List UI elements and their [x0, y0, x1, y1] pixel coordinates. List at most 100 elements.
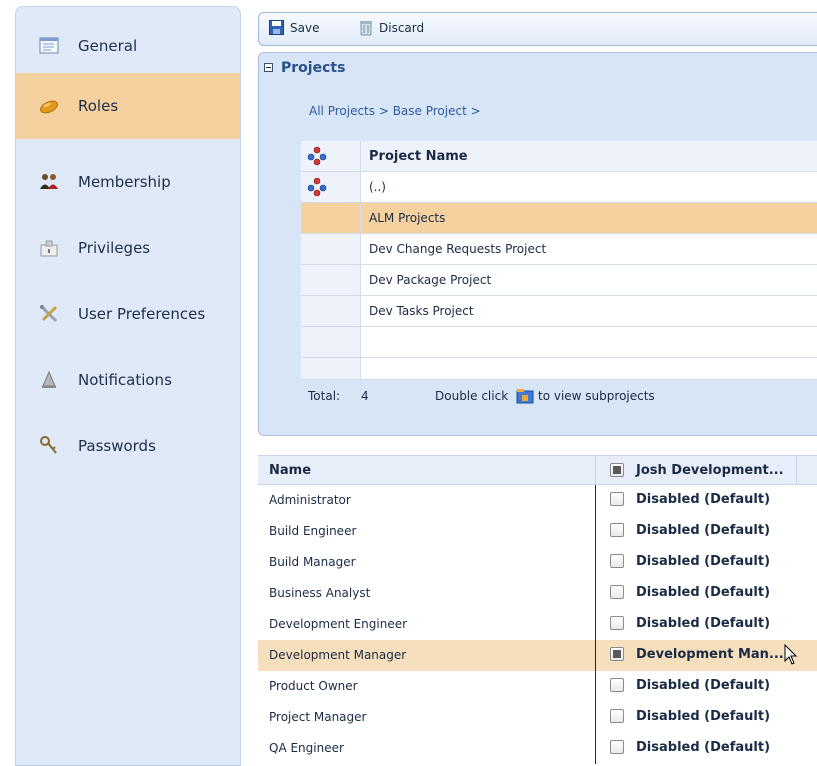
role-value[interactable]: Disabled (Default) [636, 585, 770, 600]
breadcrumb-all-projects[interactable]: All Projects [309, 104, 375, 118]
table-row[interactable]: Dev Package Project [301, 265, 817, 296]
passwords-icon [40, 436, 57, 454]
role-checkbox[interactable] [610, 647, 624, 661]
user-preferences-icon [40, 305, 58, 323]
role-checkbox[interactable] [610, 678, 624, 692]
role-name: Development Manager [269, 648, 407, 662]
projects-panel: Projects All Projects > Base Project > P… [258, 52, 817, 436]
column-divider [595, 671, 596, 702]
table-row[interactable]: Dev Tasks Project [301, 296, 817, 327]
table-row[interactable]: QA Engineer Disabled (Default) [258, 733, 817, 764]
project-name: Dev Tasks Project [369, 304, 474, 318]
project-name: Dev Package Project [369, 273, 492, 287]
role-value[interactable]: Disabled (Default) [636, 616, 770, 631]
icon-cell [301, 358, 361, 379]
projects-table: Project Name (..) ALM Projects Dev Chang… [301, 141, 817, 380]
column-divider [595, 485, 596, 516]
table-row[interactable]: Build Engineer Disabled (Default) [258, 516, 817, 547]
table-row-empty [301, 358, 817, 380]
table-row[interactable]: ALM Projects [301, 203, 817, 234]
sidebar-item-notifications[interactable]: Notifications [16, 347, 240, 413]
column-divider [595, 456, 596, 484]
sidebar-item-label: General [78, 37, 138, 55]
role-name: Business Analyst [269, 586, 371, 600]
role-checkbox[interactable] [610, 740, 624, 754]
column-divider [595, 516, 596, 547]
table-row[interactable]: Administrator Disabled (Default) [258, 485, 817, 516]
sidebar-item-label: Roles [78, 97, 119, 115]
role-checkbox[interactable] [610, 523, 624, 537]
sidebar-item-label: Passwords [78, 437, 156, 455]
icon-cell [301, 265, 361, 295]
breadcrumb-separator: > [375, 104, 393, 118]
column-divider [595, 578, 596, 609]
table-row[interactable]: Build Manager Disabled (Default) [258, 547, 817, 578]
column-header-name[interactable]: Name [269, 463, 311, 478]
cursor-icon [784, 644, 798, 665]
sidebar-item-user-preferences[interactable]: User Preferences [16, 281, 240, 347]
column-divider [595, 733, 596, 764]
roles-table: Name Josh Development... Administrator D… [258, 455, 817, 764]
subproject-icon [516, 389, 534, 404]
sidebar-item-membership[interactable]: Membership [16, 149, 240, 215]
role-value[interactable]: Disabled (Default) [636, 740, 770, 755]
header-checkbox[interactable] [610, 463, 624, 477]
panel-title: Projects [281, 60, 346, 76]
role-name: Build Manager [269, 555, 356, 569]
role-value[interactable]: Disabled (Default) [636, 554, 770, 569]
role-name: Development Engineer [269, 617, 408, 631]
privileges-icon [40, 240, 58, 257]
role-name: QA Engineer [269, 741, 344, 755]
role-checkbox[interactable] [610, 616, 624, 630]
table-row[interactable]: Project Manager Disabled (Default) [258, 702, 817, 733]
toolbar: Save Discard [258, 12, 817, 46]
role-value[interactable]: Disabled (Default) [636, 523, 770, 538]
role-checkbox[interactable] [610, 585, 624, 599]
table-row[interactable]: Dev Change Requests Project [301, 234, 817, 265]
hint-prefix: Double click [435, 389, 509, 403]
table-header: Name Josh Development... [258, 455, 817, 485]
discard-icon [360, 21, 372, 36]
role-name: Administrator [269, 493, 351, 507]
table-row[interactable]: Business Analyst Disabled (Default) [258, 578, 817, 609]
save-button[interactable]: Save [269, 20, 319, 35]
project-name: ALM Projects [369, 211, 446, 225]
collapse-icon[interactable] [264, 63, 273, 72]
role-value[interactable]: Development Man... [636, 647, 784, 662]
icon-cell [301, 327, 361, 357]
sidebar-item-label: Notifications [78, 371, 172, 389]
icon-cell [301, 234, 361, 264]
projects-footer: Total: 4 Double click to view subproject… [301, 381, 817, 411]
table-row[interactable]: Product Owner Disabled (Default) [258, 671, 817, 702]
role-value[interactable]: Disabled (Default) [636, 678, 770, 693]
role-value[interactable]: Disabled (Default) [636, 709, 770, 724]
sidebar: General Roles Membership Privileges User… [15, 6, 241, 766]
project-name: (..) [369, 180, 386, 194]
role-name: Build Engineer [269, 524, 357, 538]
parent-folder-icon [307, 177, 327, 197]
discard-button[interactable]: Discard [359, 20, 424, 36]
column-divider [595, 547, 596, 578]
role-checkbox[interactable] [610, 554, 624, 568]
sidebar-item-roles[interactable]: Roles [16, 73, 240, 139]
breadcrumb: All Projects > Base Project > [309, 104, 481, 118]
table-row[interactable]: (..) [301, 172, 817, 203]
role-checkbox[interactable] [610, 709, 624, 723]
table-row[interactable]: Development Engineer Disabled (Default) [258, 609, 817, 640]
column-divider [595, 640, 596, 671]
sidebar-item-passwords[interactable]: Passwords [16, 413, 240, 479]
general-icon [39, 37, 59, 54]
table-row[interactable]: Development Manager Development Man... [258, 640, 817, 671]
sidebar-item-privileges[interactable]: Privileges [16, 215, 240, 281]
role-value[interactable]: Disabled (Default) [636, 492, 770, 507]
roles-icon [40, 100, 58, 114]
breadcrumb-base-project[interactable]: Base Project [393, 104, 467, 118]
column-header-project-name[interactable]: Project Name [369, 149, 468, 164]
role-checkbox[interactable] [610, 492, 624, 506]
sidebar-item-label: Membership [78, 173, 171, 191]
column-divider [796, 456, 797, 484]
column-header-project[interactable]: Josh Development... [636, 463, 784, 478]
sidebar-item-general[interactable]: General [16, 13, 240, 79]
hint-suffix: to view subprojects [538, 389, 655, 403]
sidebar-item-label: Privileges [78, 239, 151, 257]
